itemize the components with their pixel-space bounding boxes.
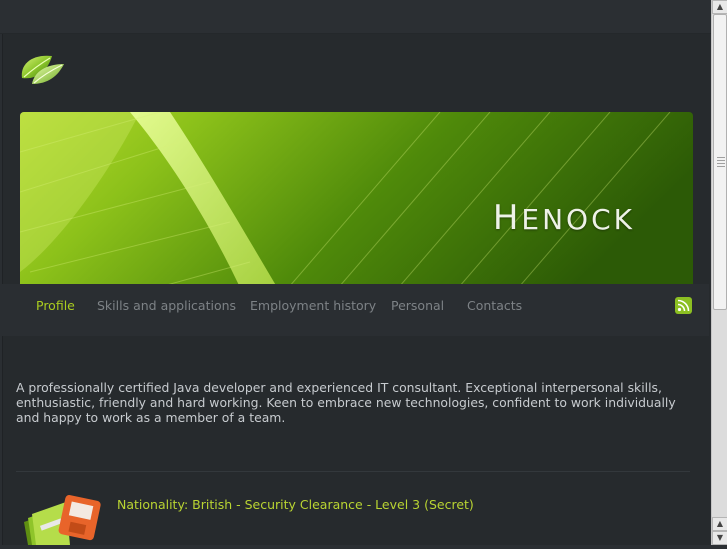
profile-intro: A professionally certified Java develope… bbox=[16, 380, 676, 426]
scroll-up-button[interactable]: ▲ bbox=[712, 0, 727, 14]
leaf-logo-icon[interactable] bbox=[18, 44, 68, 90]
rss-icon[interactable] bbox=[675, 297, 692, 314]
header-banner: HENOCK bbox=[20, 112, 693, 309]
scroll-up-small-button[interactable]: ▲ bbox=[712, 517, 727, 531]
nationality-clearance-text[interactable]: Nationality: British - Security Clearanc… bbox=[117, 497, 474, 512]
scroll-down-button[interactable]: ▼ bbox=[712, 531, 727, 545]
main-nav: Profile Skills and applications Employme… bbox=[2, 284, 709, 336]
vertical-scrollbar[interactable]: ▲ ▲ ▼ bbox=[711, 0, 727, 545]
nav-item-personal[interactable]: Personal bbox=[391, 298, 444, 313]
nav-item-contacts[interactable]: Contacts bbox=[467, 298, 522, 313]
scroll-thumb[interactable] bbox=[713, 14, 727, 310]
banner-title: HENOCK bbox=[492, 198, 635, 238]
top-strip bbox=[0, 0, 711, 34]
page: HENOCK Profile Skills and applications E… bbox=[0, 0, 711, 545]
divider bbox=[16, 471, 690, 472]
nav-item-skills[interactable]: Skills and applications bbox=[97, 298, 236, 313]
nav-item-employment[interactable]: Employment history bbox=[250, 298, 376, 313]
documents-folder-icon bbox=[22, 492, 106, 545]
nav-item-profile[interactable]: Profile bbox=[36, 298, 75, 313]
